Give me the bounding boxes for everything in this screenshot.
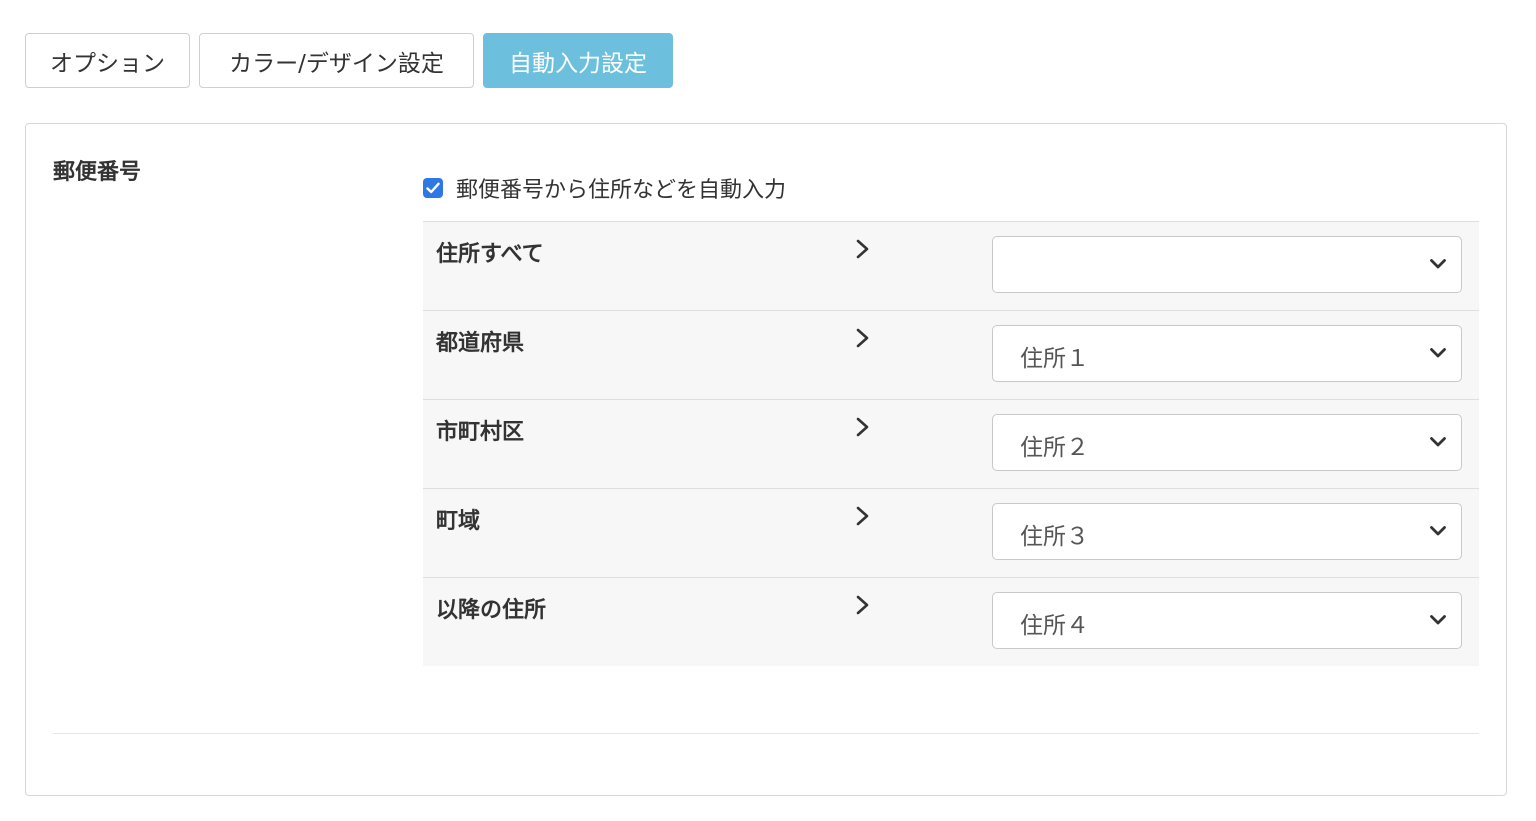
check-icon [426, 182, 440, 194]
chevron-down-icon [1430, 348, 1446, 358]
autofill-checkbox[interactable] [423, 178, 443, 198]
select-value: 住所３ [1020, 524, 1089, 550]
select-value: 住所２ [1020, 435, 1089, 461]
address-mapping-table: 住所すべて 都道府県 住所１ 市町村区 住所２ 町域 住所３ 以降の住所 住所４ [423, 221, 1479, 666]
chevron-right-icon [856, 417, 869, 437]
chevron-down-icon [1430, 437, 1446, 447]
autofill-checkbox-row[interactable]: 郵便番号から住所などを自動入力 [423, 172, 786, 204]
mapping-row-rest: 以降の住所 住所４ [423, 578, 1479, 666]
mapping-row-all: 住所すべて [423, 222, 1479, 311]
tab-color-design[interactable]: カラー/デザイン設定 [199, 33, 474, 88]
chevron-right-icon [856, 595, 869, 615]
mapping-row-prefecture: 都道府県 住所１ [423, 311, 1479, 400]
town-select[interactable]: 住所３ [992, 503, 1462, 560]
mapping-row-town: 町域 住所３ [423, 489, 1479, 578]
row-label: 都道府県 [436, 331, 525, 356]
prefecture-select[interactable]: 住所１ [992, 325, 1462, 382]
city-select[interactable]: 住所２ [992, 414, 1462, 471]
chevron-down-icon [1430, 526, 1446, 536]
select-value: 住所４ [1020, 613, 1089, 639]
divider [53, 733, 1479, 734]
row-label: 以降の住所 [436, 598, 547, 623]
row-label: 町域 [436, 509, 481, 534]
tab-bar: オプション カラー/デザイン設定 自動入力設定 [25, 33, 673, 90]
autofill-checkbox-label: 郵便番号から住所などを自動入力 [456, 178, 787, 203]
chevron-down-icon [1430, 259, 1446, 269]
settings-panel: 郵便番号 郵便番号から住所などを自動入力 住所すべて 都道府県 住所１ 市町村区… [25, 123, 1507, 796]
rest-address-select[interactable]: 住所４ [992, 592, 1462, 649]
tab-options[interactable]: オプション [25, 33, 190, 88]
chevron-right-icon [856, 239, 869, 259]
row-label: 市町村区 [436, 420, 525, 445]
select-value: 住所１ [1020, 346, 1089, 372]
tab-autofill[interactable]: 自動入力設定 [483, 33, 673, 88]
chevron-right-icon [856, 328, 869, 348]
mapping-row-city: 市町村区 住所２ [423, 400, 1479, 489]
section-label: 郵便番号 [53, 160, 142, 185]
chevron-down-icon [1430, 615, 1446, 625]
chevron-right-icon [856, 506, 869, 526]
address-all-select[interactable] [992, 236, 1462, 293]
row-label: 住所すべて [436, 242, 544, 267]
